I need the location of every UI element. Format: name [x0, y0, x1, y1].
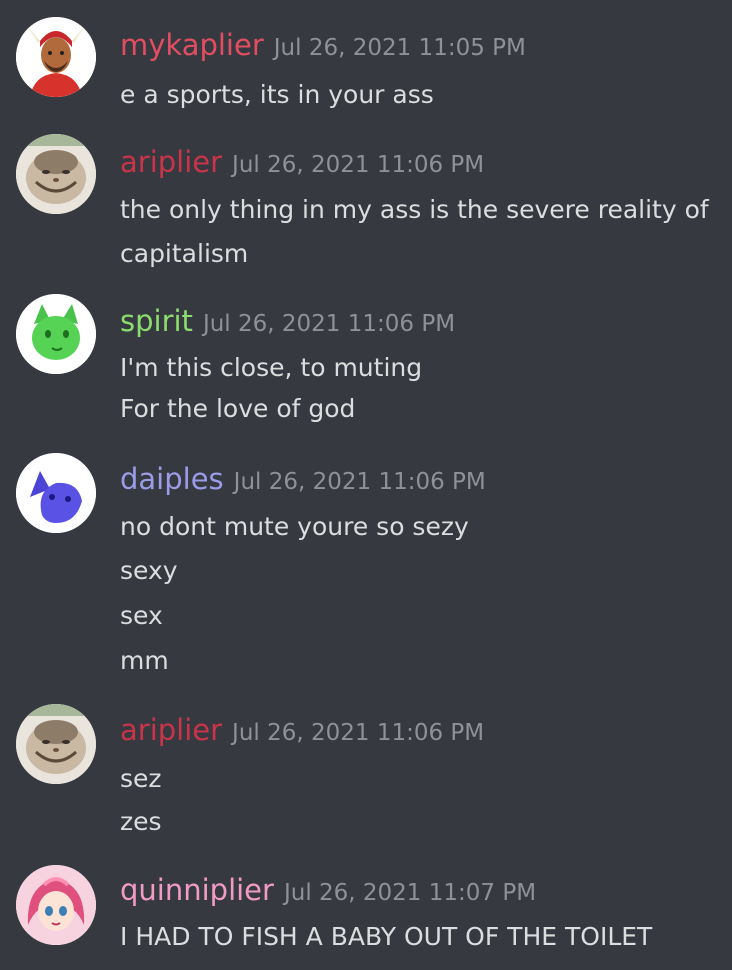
pink-anime-girl-avatar[interactable]	[16, 865, 96, 945]
message-text: I HAD TO FISH A BABY OUT OF THE TOILET	[120, 922, 653, 951]
message-group: quinniplier Jul 26, 2021 11:07 PM I HAD T…	[0, 0, 732, 970]
timestamp: Jul 26, 2021 11:07 PM	[283, 880, 537, 906]
username[interactable]: quinniplier	[120, 873, 274, 907]
chat-log: { "messages": [ { "username": "mykaplier…	[0, 0, 732, 970]
